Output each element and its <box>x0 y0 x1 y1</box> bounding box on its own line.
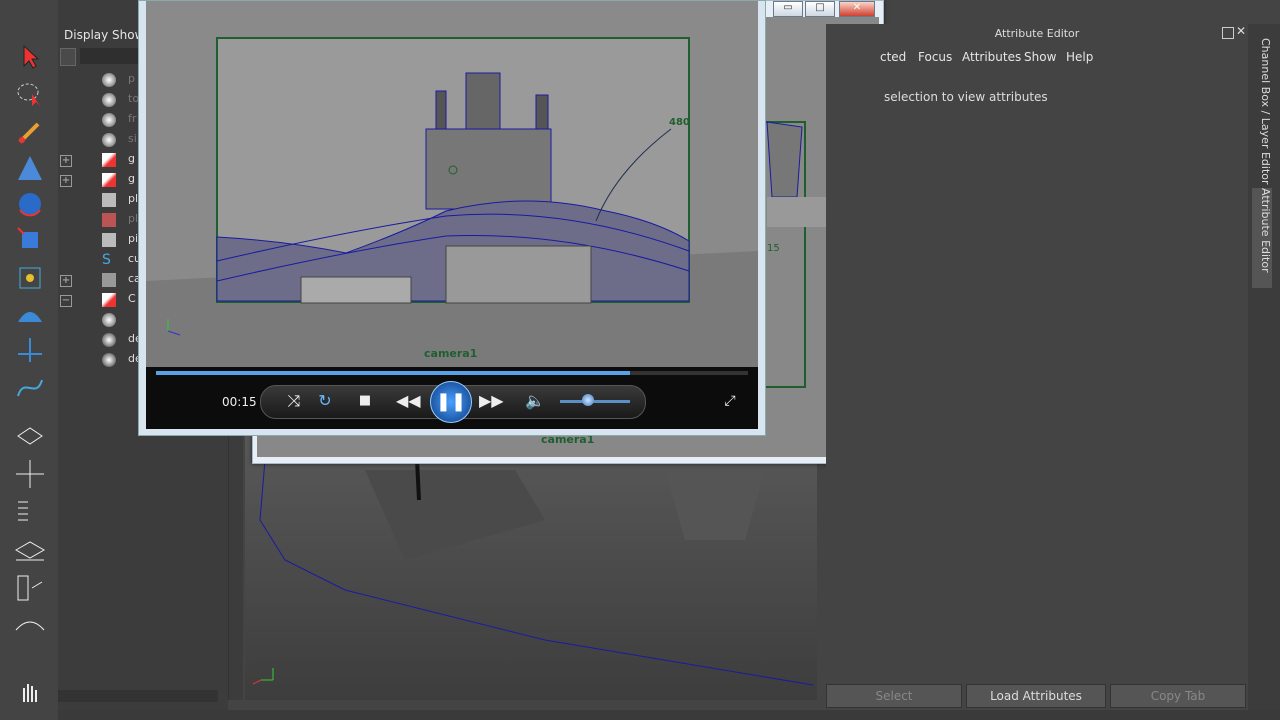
soft-mod-icon[interactable] <box>14 298 46 330</box>
rotate-tool-icon[interactable] <box>14 188 46 220</box>
float-icon[interactable] <box>1222 27 1234 39</box>
lasso-tool-icon[interactable] <box>14 78 46 110</box>
fast-forward-icon[interactable]: ▶▶ <box>479 389 504 413</box>
attribute-editor-menubar: cted Focus Attributes Show Help <box>826 46 1248 72</box>
media-player-window: 480 camera1 00:15 ⤨ ↻ ■ ◀◀ ❚❚ ▶▶ 🔈 ⤢ <box>138 0 766 436</box>
menu-selected[interactable]: cted <box>880 50 906 64</box>
time-slider[interactable] <box>58 710 1280 720</box>
show-manip-icon[interactable] <box>14 334 46 366</box>
mesh-icon <box>102 213 116 227</box>
graph-layout-icon[interactable] <box>14 534 46 566</box>
expand-icon[interactable]: + <box>60 155 72 167</box>
expand-icon[interactable]: + <box>60 175 72 187</box>
group-icon <box>102 273 116 287</box>
graph-editor-layout-icon[interactable] <box>14 610 46 642</box>
filter-icon[interactable] <box>60 48 76 66</box>
pause-button[interactable]: ❚❚ <box>430 381 472 423</box>
outliner-hscrollbar[interactable] <box>58 690 218 702</box>
copy-tab-button[interactable]: Copy Tab <box>1110 684 1246 708</box>
select-tool-icon[interactable] <box>14 40 46 72</box>
volume-slider[interactable] <box>560 400 630 403</box>
quick-layout-icon[interactable] <box>14 676 46 708</box>
elapsed-time: 00:15 <box>222 395 257 409</box>
select-button[interactable]: Select <box>826 684 962 708</box>
side-tabs: Channel Box / Layer Editor Attribute Edi… <box>1248 24 1280 720</box>
toolbox <box>0 0 59 720</box>
expand-icon[interactable]: + <box>60 275 72 287</box>
move-tool-icon[interactable] <box>14 152 46 184</box>
camera-icon <box>102 313 116 327</box>
menu-attributes[interactable]: Attributes <box>962 50 1021 64</box>
fullscreen-icon[interactable]: ⤢ <box>718 389 742 413</box>
seek-bar-fill <box>156 371 630 375</box>
close-icon[interactable]: ✕ <box>1236 24 1246 38</box>
menu-help[interactable]: Help <box>1066 50 1093 64</box>
rewind-icon[interactable]: ◀◀ <box>396 389 421 413</box>
maximize-button[interactable]: □ <box>805 1 835 17</box>
attribute-editor-panel: Attribute Editor ✕ cted Focus Attributes… <box>826 24 1248 720</box>
curve-icon: S <box>102 252 111 268</box>
video-camera-label: camera1 <box>424 347 478 360</box>
close-button[interactable]: ✕ <box>839 1 875 17</box>
curve-surface-icon <box>102 173 116 187</box>
four-view-layout-icon[interactable] <box>14 458 46 490</box>
stop-icon[interactable]: ■ <box>353 389 377 413</box>
sphere-icon <box>102 333 116 347</box>
seek-bar[interactable] <box>156 371 748 375</box>
universal-manip-icon[interactable] <box>14 262 46 294</box>
curve-surface-icon <box>102 293 116 307</box>
attribute-editor-title: Attribute Editor <box>994 27 1080 40</box>
single-layout-icon[interactable] <box>14 420 46 452</box>
menu-show[interactable]: Show <box>1024 50 1056 64</box>
player-controls: 00:15 ⤨ ↻ ■ ◀◀ ❚❚ ▶▶ 🔈 ⤢ <box>146 367 758 429</box>
shuffle-icon[interactable]: ⤨ <box>282 389 306 413</box>
frame-counter: 15 <box>767 243 780 254</box>
collapse-icon[interactable]: − <box>60 295 72 307</box>
volume-icon[interactable]: 🔈 <box>523 389 547 413</box>
sphere-icon <box>102 353 116 367</box>
curve-surface-icon <box>102 153 116 167</box>
camera-icon <box>102 93 116 107</box>
tab-channel-box[interactable]: Channel Box / Layer Editor <box>1252 38 1272 188</box>
curve-tool-icon[interactable] <box>14 372 46 404</box>
tab-attribute-editor[interactable]: Attribute Editor <box>1252 188 1272 288</box>
hypershade-layout-icon[interactable] <box>14 572 46 604</box>
paint-select-icon[interactable] <box>14 116 46 148</box>
scale-tool-icon[interactable] <box>14 224 46 256</box>
video-frame-counter: 480 <box>669 117 690 128</box>
menu-focus[interactable]: Focus <box>918 50 952 64</box>
menu-display[interactable]: Display <box>64 28 108 42</box>
mesh-icon <box>102 193 116 207</box>
video-area[interactable]: 480 camera1 <box>146 1 758 367</box>
minimize-button[interactable]: ▭ <box>773 1 803 17</box>
camera-icon <box>102 113 116 127</box>
camera-icon <box>102 73 116 87</box>
load-attributes-button[interactable]: Load Attributes <box>966 684 1106 708</box>
camera-icon <box>102 133 116 147</box>
volume-knob[interactable] <box>582 394 594 406</box>
video-frame <box>146 1 758 367</box>
mesh-icon <box>102 233 116 247</box>
empty-selection-message: selection to view attributes <box>884 90 1048 104</box>
repeat-icon[interactable]: ↻ <box>313 389 337 413</box>
outliner-layout-icon[interactable] <box>14 496 46 528</box>
